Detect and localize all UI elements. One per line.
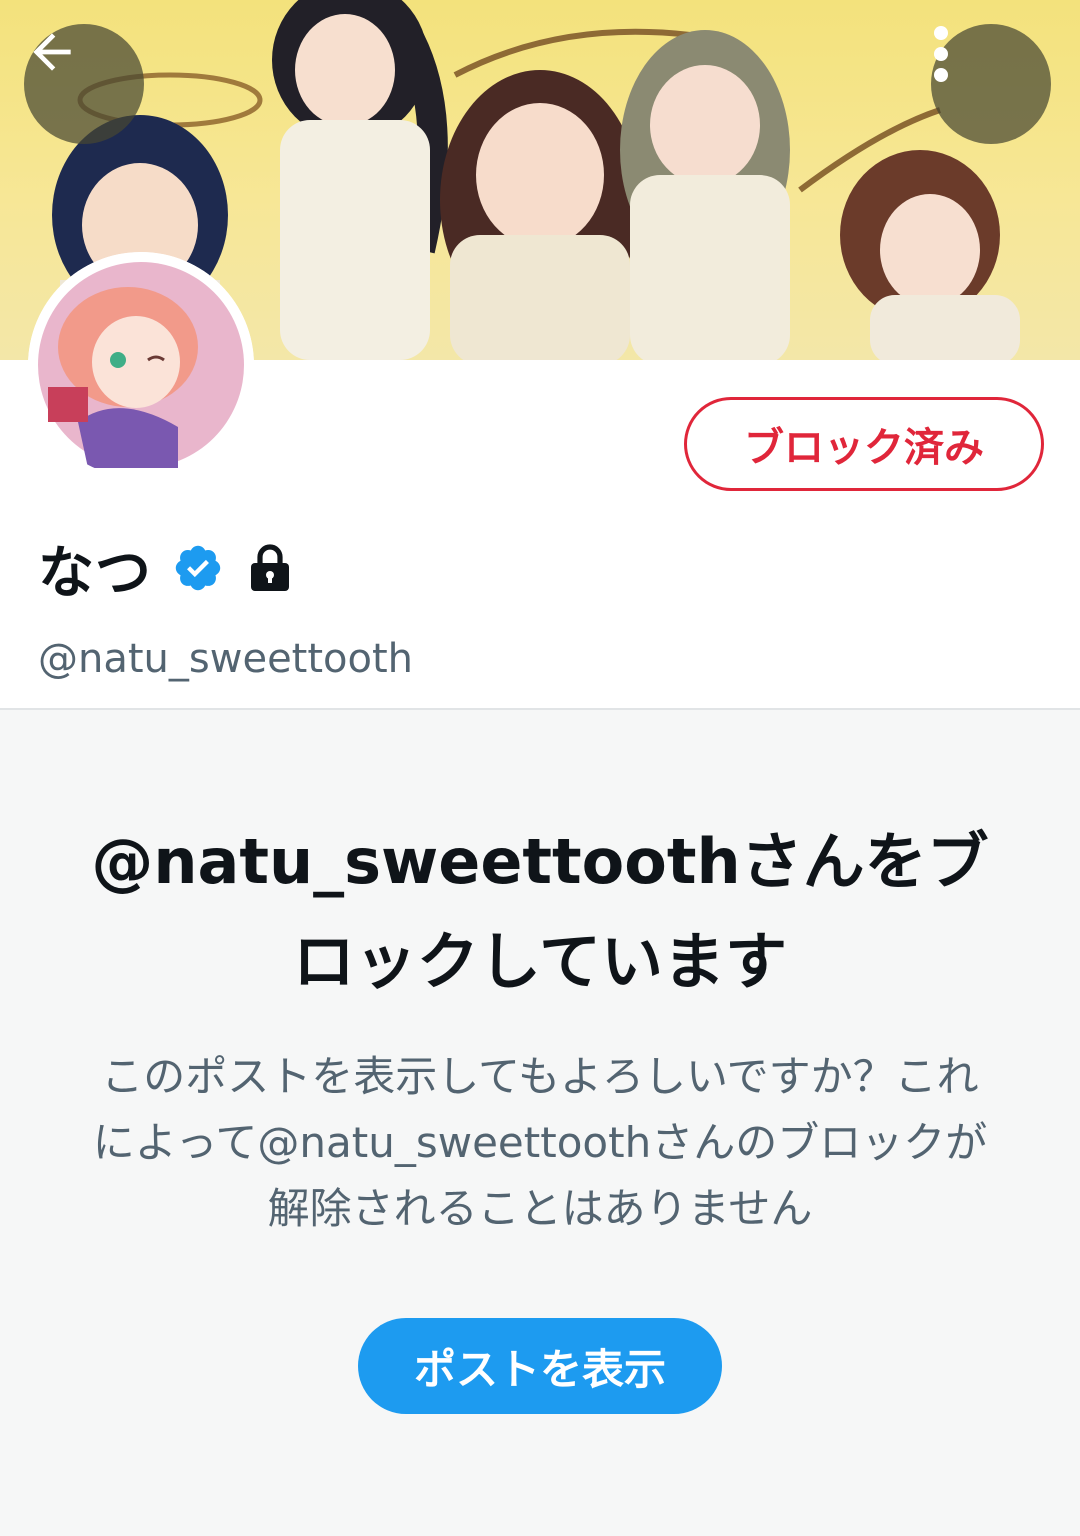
blocked-button[interactable]: ブロック済み	[684, 397, 1044, 491]
display-name-row: なつ	[38, 528, 292, 608]
display-name: なつ	[38, 540, 152, 606]
blocked-button-label: ブロック済み	[744, 425, 984, 471]
back-button[interactable]	[24, 24, 144, 144]
verified-badge-icon[interactable]	[172, 542, 224, 594]
show-posts-button-label: ポストを表示	[413, 1344, 666, 1394]
avatar-image	[28, 252, 254, 478]
lock-icon	[248, 543, 292, 593]
blocked-notice-title: @natu_sweettoothさんをブロックしています	[91, 825, 989, 998]
profile-handle: @natu_sweettooth	[38, 636, 414, 682]
show-posts-button[interactable]: ポストを表示	[358, 1318, 722, 1414]
avatar[interactable]	[28, 252, 254, 478]
more-options-button[interactable]	[931, 24, 1051, 144]
blocked-notice-description: このポストを表示してもよろしいですか？これによって@natu_sweettoot…	[92, 1052, 988, 1233]
